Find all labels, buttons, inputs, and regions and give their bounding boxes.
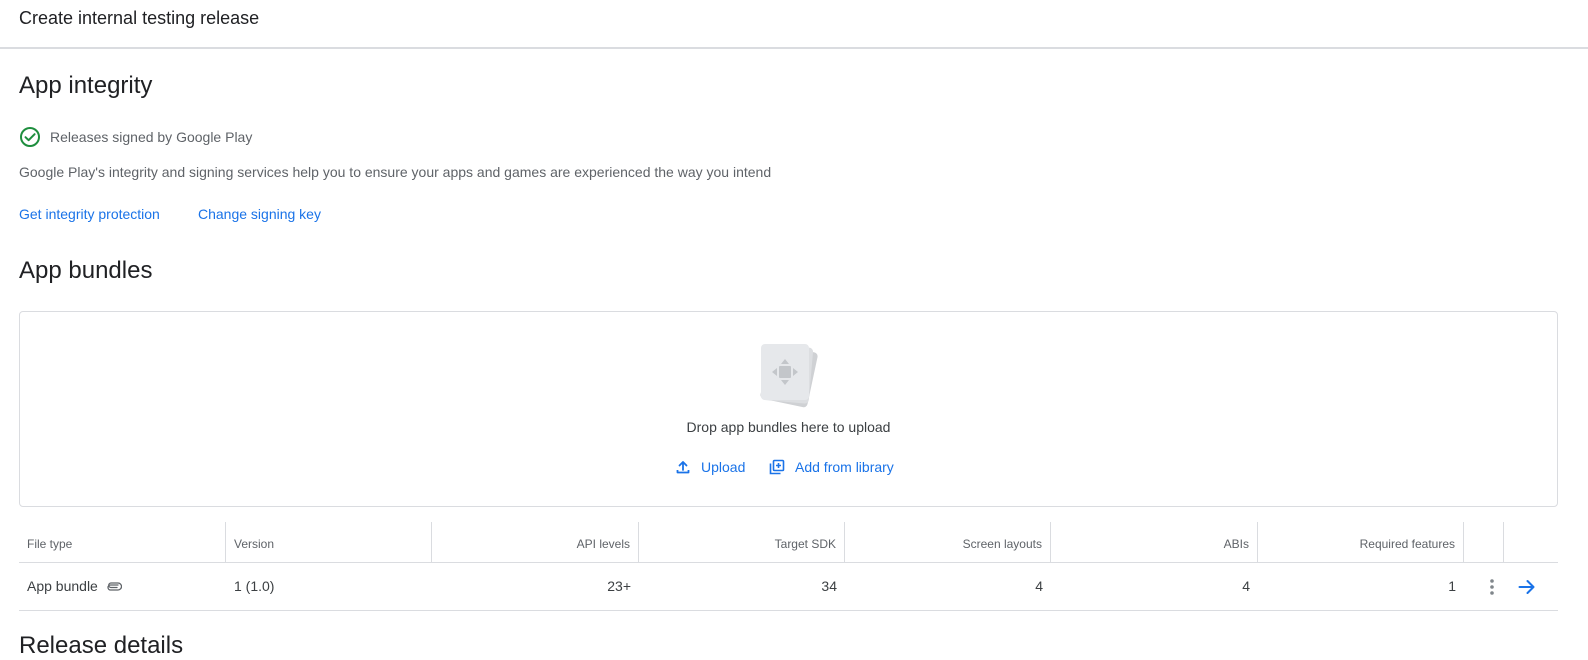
- add-from-library-button[interactable]: Add from library: [769, 456, 894, 478]
- app-bundles-heading: App bundles: [19, 257, 153, 284]
- release-details-heading: Release details: [19, 632, 184, 659]
- check-circle-icon: [19, 126, 41, 148]
- column-header-target-sdk: Target SDK: [639, 522, 845, 562]
- column-header-abis: ABIs: [1051, 522, 1258, 562]
- add-library-icon: [769, 459, 785, 475]
- arrow-forward-icon: [1518, 579, 1535, 594]
- column-header-menu: [1464, 522, 1504, 562]
- row-open-button[interactable]: [1512, 563, 1542, 610]
- page-title: Create internal testing release: [19, 8, 260, 28]
- attachment-icon: [107, 582, 122, 591]
- column-header-open: [1504, 522, 1558, 562]
- upload-icon: [676, 461, 690, 474]
- column-header-file-type: File type: [19, 522, 226, 562]
- top-bar: Create internal testing release: [0, 0, 1588, 49]
- upload-button[interactable]: Upload: [675, 456, 745, 478]
- cell-required-features: 1: [1448, 578, 1456, 594]
- column-header-version: Version: [226, 522, 432, 562]
- app-integrity-heading: App integrity: [19, 72, 153, 99]
- bundles-table: File type Version API levels Target SDK …: [19, 522, 1558, 611]
- dropzone-text: Drop app bundles here to upload: [686, 419, 891, 435]
- cell-version: 1 (1.0): [234, 578, 275, 594]
- add-from-library-label: Add from library: [795, 459, 894, 475]
- table-header: File type Version API levels Target SDK …: [19, 522, 1558, 563]
- column-header-required-features: Required features: [1258, 522, 1464, 562]
- app-bundle-illustration-icon: [755, 338, 821, 410]
- cell-abis: 4: [1242, 578, 1250, 594]
- more-vert-icon: [1490, 578, 1494, 595]
- get-integrity-protection-link[interactable]: Get integrity protection: [19, 206, 160, 222]
- upload-label: Upload: [701, 459, 746, 475]
- change-signing-key-link[interactable]: Change signing key: [198, 206, 321, 222]
- signing-status-label: Releases signed by Google Play: [50, 129, 253, 145]
- table-row: App bundle 1 (1.0) 23+ 34 4 4 1: [19, 563, 1558, 611]
- signing-status: Releases signed by Google Play: [19, 126, 252, 148]
- file-type-value: App bundle: [27, 578, 98, 594]
- cell-file-type: App bundle: [19, 563, 226, 610]
- column-header-screen-layouts: Screen layouts: [845, 522, 1051, 562]
- cell-api-levels: 23+: [607, 578, 631, 594]
- cell-screen-layouts: 4: [1035, 578, 1043, 594]
- column-header-api-levels: API levels: [432, 522, 639, 562]
- cell-target-sdk: 34: [821, 578, 837, 594]
- integrity-description: Google Play's integrity and signing serv…: [19, 164, 772, 180]
- row-more-button[interactable]: [1472, 563, 1512, 610]
